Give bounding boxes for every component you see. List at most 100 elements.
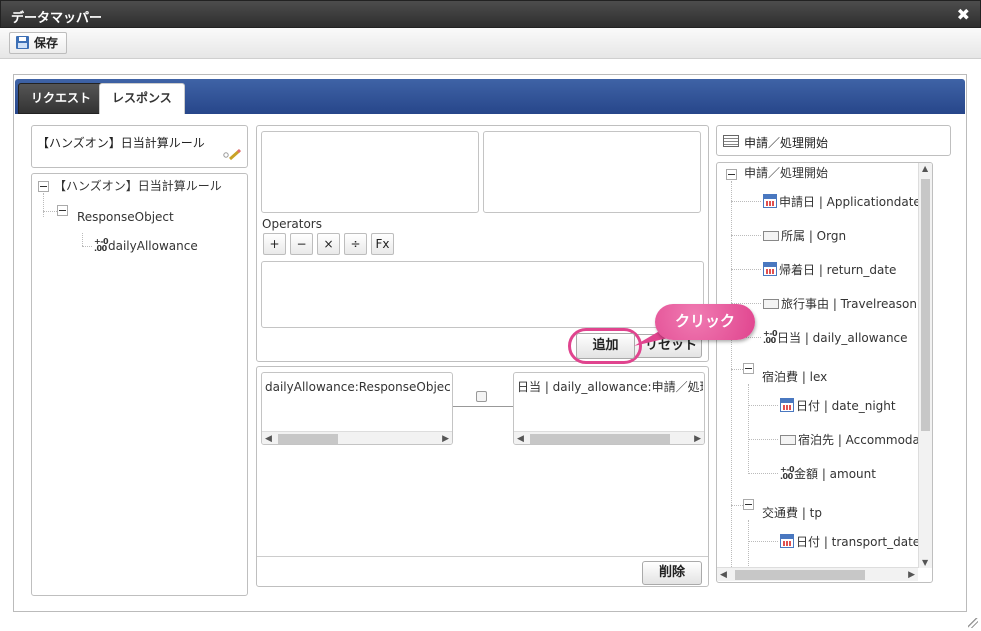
close-icon[interactable]: ✖	[957, 5, 970, 24]
window-titlebar: データマッパー ✖	[0, 0, 981, 28]
tree-node-accommodation[interactable]: 宿泊先 | Accommodation	[780, 431, 933, 448]
scroll-right-icon[interactable]: ▶	[908, 568, 915, 582]
mapping-target-box[interactable]: 日当 | daily_allowance:申請／処理開始 ◀ ▶	[513, 372, 705, 445]
text-field-icon	[780, 435, 796, 445]
collapse-icon[interactable]	[38, 181, 49, 192]
scrollbar-thumb[interactable]	[530, 434, 670, 444]
target-tree-panel: 申請／処理開始 申請日 | Applicationdate 所属 | Orgn …	[716, 162, 933, 583]
operator-function-button[interactable]: Fx	[371, 233, 394, 255]
source-header-box: 【ハンズオン】日当計算ルール	[31, 125, 248, 168]
scroll-left-icon[interactable]: ◀	[265, 432, 272, 444]
tree-node-label: 日付 | transport_date	[796, 535, 921, 549]
source-tree-panel: 【ハンズオン】日当計算ルール ResponseObject +-0.00dail…	[31, 173, 248, 596]
tree-connector	[731, 505, 743, 506]
tree-node-orgn[interactable]: 所属 | Orgn	[763, 227, 846, 244]
tree-node-dailyallowance[interactable]: +-0.00dailyAllowance	[94, 238, 198, 254]
mapping-list-divider	[257, 556, 708, 557]
save-button[interactable]: 保存	[9, 32, 68, 54]
scroll-down-icon[interactable]: ▼	[922, 558, 928, 567]
resize-grip-icon[interactable]	[968, 618, 978, 628]
tree-node-applicationdate[interactable]: 申請日 | Applicationdate	[763, 193, 921, 210]
scroll-right-icon[interactable]: ▶	[694, 432, 701, 444]
tree-node-travelreason[interactable]: 旅行事由 | Travelreason	[763, 295, 917, 312]
collapse-icon[interactable]	[743, 363, 754, 374]
mapping-list-panel: dailyAllowance:ResponseObject.【ハンズオン】日当計…	[256, 366, 709, 587]
number-icon-bottom: .00	[780, 472, 793, 481]
tree-node-label: 申請日 | Applicationdate	[779, 195, 921, 209]
tree-node-date-night[interactable]: 日付 | date_night	[780, 397, 896, 414]
operator-divide-button[interactable]: ÷	[344, 233, 367, 255]
collapse-icon[interactable]	[726, 169, 737, 180]
mapping-target-text: 日当 | daily_allowance:申請／処理開始	[517, 380, 703, 394]
tree-connector	[731, 201, 761, 202]
text-field-icon	[763, 299, 779, 309]
calendar-icon	[763, 262, 777, 276]
target-field-box[interactable]	[483, 131, 701, 213]
tree-node-tp[interactable]: 交通費 | tp	[762, 504, 822, 521]
collapse-icon[interactable]	[743, 499, 754, 510]
text-field-icon	[763, 231, 779, 241]
tree-node-label: 所属 | Orgn	[781, 229, 847, 243]
horizontal-scrollbar[interactable]: ◀ ▶	[514, 431, 704, 444]
scrollbar-thumb[interactable]	[278, 434, 338, 444]
tree-node-root[interactable]: 申請／処理開始	[744, 164, 828, 181]
number-icon-bottom: .00	[94, 244, 107, 253]
tree-node-transport-date[interactable]: 日付 | transport_date	[780, 533, 920, 550]
calendar-icon	[780, 534, 794, 548]
mapping-source-text: dailyAllowance:ResponseObject.【ハンズオン】日当計…	[265, 380, 451, 394]
target-header-box: 申請／処理開始	[716, 125, 951, 156]
mapping-source-box[interactable]: dailyAllowance:ResponseObject.【ハンズオン】日当計…	[261, 372, 453, 445]
operator-minus-button[interactable]: −	[290, 233, 313, 255]
number-icon: +-0.00	[780, 466, 795, 481]
collapse-icon[interactable]	[57, 205, 68, 216]
source-field-box[interactable]	[261, 131, 479, 213]
tab-bar: リクエスト レスポンス	[15, 79, 965, 114]
operators-label: Operators	[262, 217, 322, 231]
tree-connector	[748, 541, 778, 542]
add-button[interactable]: 追加	[576, 333, 635, 359]
tree-connector	[82, 233, 83, 246]
tree-connector	[82, 246, 92, 247]
vertical-scrollbar[interactable]: ▲ ▼	[918, 163, 932, 568]
tree-node-root[interactable]: 【ハンズオン】日当計算ルール	[54, 177, 222, 194]
tree-node-return-date[interactable]: 帰着日 | return_date	[763, 261, 896, 278]
expression-input[interactable]	[261, 261, 704, 328]
horizontal-scrollbar[interactable]: ◀ ▶	[262, 431, 452, 444]
floppy-disk-icon	[16, 36, 29, 49]
number-icon: +-0.00	[763, 330, 778, 345]
tree-node-responseobject[interactable]: ResponseObject	[77, 210, 174, 224]
tab-response[interactable]: レスポンス	[99, 83, 185, 114]
tree-connector	[731, 181, 732, 581]
mapping-checkbox[interactable]	[476, 391, 487, 402]
tree-node-label: 帰着日 | return_date	[779, 263, 897, 277]
tab-request[interactable]: リクエスト	[18, 83, 105, 114]
calendar-icon	[780, 398, 794, 412]
tree-node-daily-allowance[interactable]: +-0.00日当 | daily_allowance	[763, 329, 908, 346]
toolbar: 保存	[0, 28, 981, 59]
tree-connector	[748, 439, 778, 440]
source-header-title: 【ハンズオン】日当計算ルール	[37, 136, 205, 150]
tree-connector	[43, 193, 44, 217]
scroll-right-icon[interactable]: ▶	[442, 432, 449, 444]
horizontal-scrollbar[interactable]: ◀ ▶	[717, 567, 918, 581]
mapping-connector	[453, 406, 513, 407]
scrollbar-thumb[interactable]	[921, 179, 930, 431]
scroll-left-icon[interactable]: ◀	[517, 432, 524, 444]
delete-button[interactable]: 削除	[642, 561, 702, 585]
tree-node-amount[interactable]: +-0.00金額 | amount	[780, 465, 876, 482]
tree-node-label: 日当 | daily_allowance	[777, 331, 908, 345]
scroll-up-icon[interactable]: ▲	[922, 164, 928, 173]
operator-multiply-button[interactable]: ×	[317, 233, 340, 255]
tree-node-label: 宿泊先 | Accommodation	[798, 433, 933, 447]
tree-connector	[731, 269, 761, 270]
scroll-left-icon[interactable]: ◀	[720, 568, 727, 582]
tree-node-lex[interactable]: 宿泊費 | lex	[762, 368, 827, 385]
target-header-title: 申請／処理開始	[744, 136, 829, 150]
tree-node-label: 旅行事由 | Travelreason	[781, 297, 917, 311]
click-callout: クリック	[655, 304, 755, 340]
pencil-icon[interactable]	[223, 149, 241, 161]
operator-plus-button[interactable]: +	[263, 233, 286, 255]
scrollbar-thumb[interactable]	[735, 570, 865, 580]
tree-node-label: 日付 | date_night	[796, 399, 896, 413]
number-icon-bottom: .00	[763, 336, 776, 345]
